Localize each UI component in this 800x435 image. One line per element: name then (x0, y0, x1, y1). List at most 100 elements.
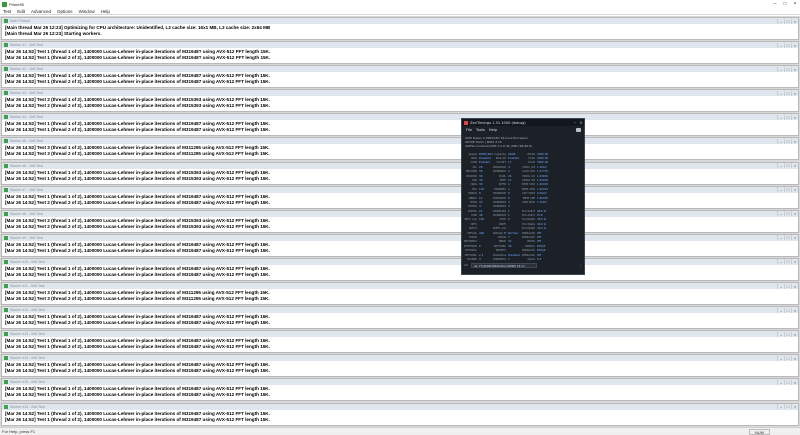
child-maximize-button[interactable]: □ (784, 90, 791, 96)
child-maximize-button[interactable]: □ (784, 235, 791, 241)
child-minimize-button[interactable]: – (777, 187, 784, 193)
child-maximize-button[interactable]: □ (784, 138, 791, 144)
main-thread-window[interactable]: Main Thread – □ × [Main thread Mar 26 12:23]… (1, 17, 799, 40)
worker-window-3-log[interactable]: [Mar 26 14:52] Test 2 (thread 1 of 2), 1… (2, 96, 798, 110)
worker-window-10-log[interactable]: [Mar 26 14:52] Test 1 (thread 1 of 2), 1… (2, 265, 798, 279)
child-minimize-button[interactable]: – (777, 163, 784, 168)
menu-window[interactable]: Window (79, 9, 95, 14)
zentimings-title-bar[interactable]: ZenTimings 1.31.1000 (debug) – × (462, 119, 584, 126)
child-maximize-button[interactable]: □ (784, 283, 791, 289)
worker-window-8[interactable]: Worker #8 - Self-Test – □ × [Mar 26 14:52] T… (1, 209, 799, 233)
worker-window-9-log[interactable]: [Mar 26 14:52] Test 1 (thread 1 of 2), 1… (2, 241, 798, 255)
memory-module-select[interactable]: A1: F5-6000J2836G32G (DIMM) 16 (1) (470, 262, 537, 268)
child-close-button[interactable]: × (791, 66, 798, 72)
child-minimize-button[interactable]: – (777, 404, 784, 409)
worker-window-2-log[interactable]: [Mar 26 14:52] Test 1 (thread 1 of 2), 1… (2, 72, 798, 86)
child-close-button[interactable]: × (791, 138, 798, 144)
zentimings-menu-help[interactable]: Help (489, 128, 497, 132)
worker-window-1-log[interactable]: [Mar 26 14:52] Test 1 (thread 1 of 2), 1… (2, 48, 798, 62)
child-close-button[interactable]: × (791, 404, 798, 409)
child-close-button[interactable]: × (791, 90, 798, 96)
worker-window-11[interactable]: Worker #11 - Self-Test – □ × [Mar 26 14:52] … (1, 282, 799, 305)
worker-window-12-log[interactable]: [Mar 26 14:52] Test 1 (thread 1 of 2), 1… (2, 313, 798, 327)
maximize-button[interactable]: □ (780, 1, 790, 7)
child-close-button[interactable]: × (791, 114, 798, 120)
child-maximize-button[interactable]: □ (784, 307, 791, 313)
worker-window-2[interactable]: Worker #2 - Self-Test – □ × [Mar 26 14:52] T… (1, 65, 799, 89)
child-maximize-button[interactable]: □ (784, 114, 791, 120)
worker-window-5-log[interactable]: [Mar 26 14:52] Test 3 (thread 1 of 2), 1… (2, 144, 798, 158)
child-close-button[interactable]: × (791, 235, 798, 241)
worker-window-15[interactable]: Worker #15 - Self-Test – □ × [Mar 26 14:52] … (1, 378, 799, 402)
close-button[interactable]: × (790, 1, 800, 7)
worker-window-13[interactable]: Worker #13 - Self-Test – □ × [Mar 26 14:52] … (1, 330, 799, 354)
child-minimize-button[interactable]: – (777, 307, 784, 313)
worker-window-9[interactable]: Worker #9 - Self-Test – □ × [Mar 26 14:52] T… (1, 233, 799, 257)
menu-test[interactable]: Test (3, 9, 11, 14)
child-close-button[interactable]: × (791, 163, 798, 168)
child-maximize-button[interactable]: □ (784, 187, 791, 193)
child-maximize-button[interactable]: □ (784, 42, 791, 48)
zentimings-close-button[interactable]: × (578, 120, 584, 125)
child-maximize-button[interactable]: □ (784, 379, 791, 385)
menu-advanced[interactable]: Advanced (31, 9, 51, 14)
child-maximize-button[interactable]: □ (784, 163, 791, 168)
worker-window-12[interactable]: Worker #12 - Self-Test – □ × [Mar 26 14:52] … (1, 306, 799, 330)
worker-window-4[interactable]: Worker #4 - Self-Test – □ × [Mar 26 14:52] T… (1, 113, 799, 137)
child-maximize-button[interactable]: □ (784, 355, 791, 361)
main-thread-window-log[interactable]: [Main thread Mar 26 12:23] Optimizing fo… (2, 24, 798, 38)
child-minimize-button[interactable]: – (777, 355, 784, 361)
child-close-button[interactable]: × (791, 331, 798, 337)
worker-window-6-log[interactable]: [Mar 26 14:52] Test 1 (thread 1 of 2), 1… (2, 169, 798, 183)
worker-window-7[interactable]: Worker #7 - Self-Test – □ × [Mar 26 14:52] T… (1, 185, 799, 209)
worker-window-7-log[interactable]: [Mar 26 14:52] Test 1 (thread 1 of 2), 1… (2, 193, 798, 207)
worker-window-4-log[interactable]: [Mar 26 14:52] Test 1 (thread 1 of 2), 1… (2, 120, 798, 134)
child-maximize-button[interactable]: □ (784, 259, 791, 265)
worker-window-13-log[interactable]: [Mar 26 14:52] Test 1 (thread 1 of 2), 1… (2, 337, 798, 351)
child-minimize-button[interactable]: – (777, 66, 784, 72)
child-minimize-button[interactable]: – (777, 18, 784, 24)
child-maximize-button[interactable]: □ (784, 66, 791, 72)
child-minimize-button[interactable]: – (777, 114, 784, 120)
child-close-button[interactable]: × (791, 42, 798, 48)
worker-window-14[interactable]: Worker #14 - Self-Test – □ × [Mar 26 14:52] … (1, 354, 799, 378)
worker-window-16-log[interactable]: [Mar 26 14:52] Test 1 (thread 1 of 2), 1… (2, 410, 798, 424)
zentimings-menu-tools[interactable]: Tools (476, 128, 485, 132)
worker-window-14-log[interactable]: [Mar 26 14:52] Test 1 (thread 1 of 2), 1… (2, 361, 798, 375)
child-close-button[interactable]: × (791, 307, 798, 313)
child-close-button[interactable]: × (791, 259, 798, 265)
child-minimize-button[interactable]: – (777, 235, 784, 241)
minimize-button[interactable]: – (770, 1, 780, 7)
menu-edit[interactable]: Edit (17, 9, 25, 14)
worker-window-6[interactable]: Worker #6 - Self-Test – □ × [Mar 26 14:52] T… (1, 161, 799, 185)
child-maximize-button[interactable]: □ (784, 331, 791, 337)
child-close-button[interactable]: × (791, 379, 798, 385)
worker-window-15-log[interactable]: [Mar 26 14:52] Test 1 (thread 1 of 2), 1… (2, 385, 798, 399)
menu-help[interactable]: Help (101, 9, 110, 14)
child-minimize-button[interactable]: – (777, 259, 784, 265)
worker-window-16[interactable]: Worker #16 - Self-Test – □ × [Mar 26 14:52] … (1, 402, 799, 426)
child-minimize-button[interactable]: – (777, 379, 784, 385)
screenshot-camera-icon[interactable] (576, 127, 581, 132)
zentimings-menu-file[interactable]: File (466, 128, 472, 132)
worker-window-1[interactable]: Worker #1 - Self-Test – □ × [Mar 26 14:52] T… (1, 41, 799, 64)
child-close-button[interactable]: × (791, 211, 798, 217)
child-minimize-button[interactable]: – (777, 211, 784, 217)
child-close-button[interactable]: × (791, 355, 798, 361)
menu-options[interactable]: Options (57, 9, 73, 14)
worker-window-5[interactable]: Worker #5 - Self-Test – □ × [Mar 26 14:52] T… (1, 137, 799, 161)
worker-window-11-log[interactable]: [Mar 26 14:52] Test 3 (thread 1 of 2), 1… (2, 289, 798, 303)
child-minimize-button[interactable]: – (777, 90, 784, 96)
child-minimize-button[interactable]: – (777, 42, 784, 48)
child-minimize-button[interactable]: – (777, 283, 784, 289)
child-close-button[interactable]: × (791, 283, 798, 289)
child-maximize-button[interactable]: □ (784, 18, 791, 24)
worker-window-8-log[interactable]: [Mar 26 14:52] Test 2 (thread 1 of 2), 1… (2, 217, 798, 231)
child-minimize-button[interactable]: – (777, 138, 784, 144)
child-maximize-button[interactable]: □ (784, 211, 791, 217)
zentimings-window[interactable]: ZenTimings 1.31.1000 (debug) – × File To… (461, 118, 585, 275)
child-close-button[interactable]: × (791, 18, 798, 24)
child-maximize-button[interactable]: □ (784, 404, 791, 409)
worker-window-3[interactable]: Worker #3 - Self-Test – □ × [Mar 26 14:52] T… (1, 89, 799, 113)
child-minimize-button[interactable]: – (777, 331, 784, 337)
